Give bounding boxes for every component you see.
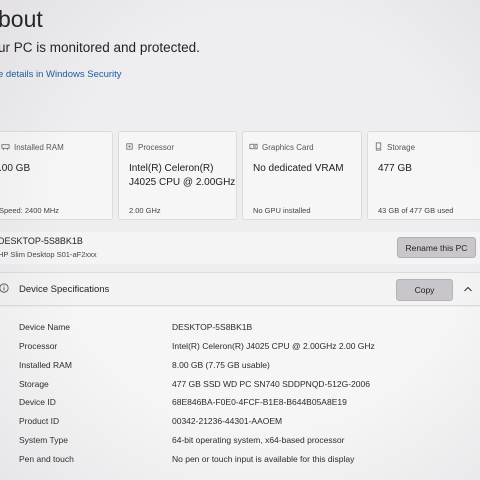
spec-label: Product ID [19, 416, 60, 426]
card-label: Graphics Card [262, 143, 314, 152]
installed-ram-card: Installed RAM .00 GB Speed: 2400 MHz [0, 131, 113, 220]
card-header: Graphics Card [249, 142, 314, 153]
spec-label: Pen and touch [19, 454, 74, 464]
processor-card: Processor Intel(R) Celeron(R) J4025 CPU … [118, 131, 237, 220]
card-value: Intel(R) Celeron(R) J4025 CPU @ 2.00GHz [129, 162, 235, 190]
card-subtext: 2.00 GHz [129, 206, 161, 215]
info-icon [0, 283, 9, 293]
storage-icon [374, 142, 383, 153]
spec-value: 8.00 GB (7.75 GB usable) [172, 360, 270, 370]
processor-icon [125, 142, 134, 153]
spec-value: 477 GB SSD WD PC SN740 SDDPNQD-512G-2006 [172, 379, 370, 389]
copy-button[interactable]: Copy [396, 279, 453, 301]
card-subtext: Speed: 2400 MHz [0, 206, 60, 215]
chevron-up-icon[interactable] [463, 285, 473, 293]
spec-value: 00342-21236-44301-AAOEM [172, 416, 283, 426]
card-value: 477 GB [378, 163, 412, 174]
ram-icon [1, 142, 10, 153]
card-subtext: 43 GB of 477 GB used [378, 206, 454, 215]
spec-value: No pen or touch input is available for t… [172, 454, 355, 464]
spec-label: System Type [19, 435, 68, 445]
spec-label: Device Name [19, 322, 71, 332]
card-value: No dedicated VRAM [253, 163, 344, 174]
card-label: Installed RAM [14, 143, 64, 152]
windows-security-link[interactable]: e details in Windows Security [0, 69, 122, 80]
spec-value: Intel(R) Celeron(R) J4025 CPU @ 2.00GHz … [172, 341, 375, 351]
card-value: .00 GB [0, 163, 31, 174]
card-label: Storage [387, 143, 416, 152]
card-value-line: Intel(R) Celeron(R) [129, 163, 214, 174]
device-model-text: HP Slim Desktop S01-aF2xxx [0, 250, 97, 259]
card-value-line: J4025 CPU @ 2.00GHz [129, 177, 236, 188]
graphics-card-icon [249, 142, 258, 153]
card-header: Processor [125, 142, 174, 153]
card-label: Processor [138, 143, 175, 152]
graphics-card-card: Graphics Card No dedicated VRAM No GPU i… [242, 131, 362, 220]
card-subtext: No GPU installed [253, 206, 311, 215]
spec-label: Device ID [19, 397, 56, 407]
spec-value: DESKTOP-5S8BK1B [172, 322, 253, 332]
device-name-text: DESKTOP-5S8BK1B [0, 236, 83, 246]
page-title: bout [0, 6, 43, 32]
protection-status-text: ur PC is monitored and protected. [0, 40, 200, 55]
spec-label: Processor [19, 341, 58, 351]
rename-pc-button[interactable]: Rename this PC [397, 237, 476, 258]
card-header: Storage [374, 142, 415, 153]
spec-value: 64-bit operating system, x64-based proce… [172, 435, 345, 445]
storage-card: Storage 477 GB 43 GB of 477 GB used [367, 131, 480, 220]
spec-value: 68E846BA-F0E0-4FCF-B1E8-B644B05A8E19 [172, 397, 347, 407]
device-specifications-title: Device Specifications [19, 284, 110, 295]
spec-label: Storage [19, 379, 49, 389]
spec-label: Installed RAM [19, 360, 72, 370]
card-header: Installed RAM [1, 142, 64, 153]
